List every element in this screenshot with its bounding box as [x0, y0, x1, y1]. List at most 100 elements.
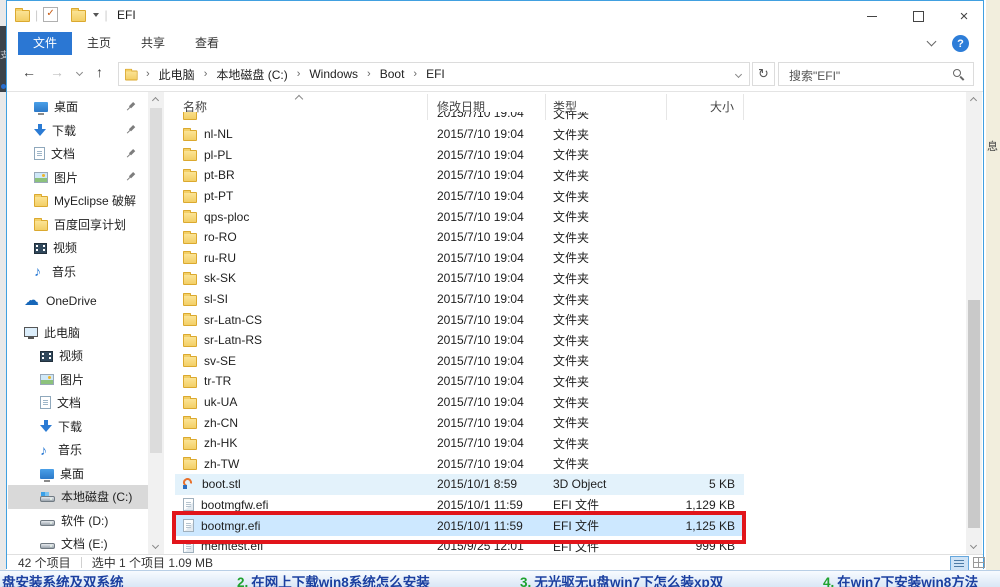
sidebar-item[interactable]: 图片	[8, 166, 148, 190]
table-row[interactable]: sr-Latn-CS2015/7/10 19:04文件夹	[175, 309, 744, 330]
file-type: 文件夹	[546, 435, 667, 452]
date-modified: 2015/7/10 19:04	[428, 354, 546, 368]
sidebar-item-label: 下载	[58, 418, 82, 435]
file-name: zh-TW	[204, 457, 239, 471]
sidebar-item-label: 图片	[54, 169, 78, 186]
pic-icon	[40, 374, 54, 385]
sidebar-item[interactable]: 视频	[8, 344, 148, 368]
table-row[interactable]: qps-ploc2015/7/10 19:04文件夹	[175, 206, 744, 227]
table-row[interactable]: zh-HK2015/7/10 19:04文件夹	[175, 433, 744, 454]
sidebar-item[interactable]: ☁OneDrive	[8, 289, 148, 313]
file-name: boot.stl	[202, 477, 241, 491]
folder-icon	[183, 315, 197, 326]
address-box[interactable]: ›此电脑›本地磁盘 (C:)›Windows›Boot›EFI	[118, 62, 750, 86]
file-type: 文件夹	[546, 455, 667, 472]
table-row[interactable]: sk-SK2015/7/10 19:04文件夹	[175, 268, 744, 289]
folder-icon[interactable]	[15, 10, 30, 22]
folder-icon	[183, 418, 197, 429]
tab-home[interactable]: 主页	[72, 32, 126, 55]
details-view-button[interactable]	[950, 556, 969, 571]
address-dropdown-icon[interactable]	[735, 70, 742, 77]
sidebar-item[interactable]: 下载	[8, 415, 148, 439]
date-modified: 2015/10/1 11:59	[428, 498, 546, 512]
sidebar-item[interactable]: 软件 (D:)	[8, 509, 148, 533]
table-row[interactable]: boot.stl2015/10/1 8:593D Object5 KB	[175, 474, 744, 495]
search-input[interactable]	[787, 64, 956, 86]
breadcrumb-separator-icon: ›	[139, 68, 157, 80]
table-row[interactable]: zh-TW2015/7/10 19:04文件夹	[175, 454, 744, 475]
table-row[interactable]: sl-SI2015/7/10 19:04文件夹	[175, 289, 744, 310]
tab-view[interactable]: 查看	[180, 32, 234, 55]
background-link[interactable]: 3.无光驱无u盘win7下怎么装xp双	[520, 573, 723, 587]
file-type: 文件夹	[546, 188, 667, 205]
sidebar-item[interactable]: 文档	[8, 142, 148, 166]
breadcrumb-item[interactable]: Windows	[307, 67, 360, 81]
breadcrumb-item[interactable]: Boot	[378, 67, 407, 81]
sidebar-item[interactable]: MyEclipse 破解	[8, 189, 148, 213]
breadcrumb-item[interactable]: EFI	[424, 67, 447, 81]
table-row[interactable]: pl-PL2015/7/10 19:04文件夹	[175, 145, 744, 166]
refresh-button[interactable]: ↻	[752, 62, 775, 86]
customize-toolbar-dropdown-icon[interactable]	[93, 13, 99, 17]
forward-button[interactable]: →	[50, 64, 64, 80]
sidebar-item[interactable]: 图片	[8, 368, 148, 392]
help-button[interactable]: ?	[952, 35, 969, 52]
table-row[interactable]: ru-RU2015/7/10 19:04文件夹	[175, 248, 744, 269]
maximize-button[interactable]	[899, 4, 937, 28]
up-button[interactable]: ↑	[96, 64, 103, 80]
sidebar-item[interactable]: ♪音乐	[8, 438, 148, 462]
properties-check-icon[interactable]: ✓	[43, 7, 58, 22]
search-icon[interactable]	[953, 69, 965, 81]
table-row[interactable]: uk-UA2015/7/10 19:04文件夹	[175, 392, 744, 413]
table-row[interactable]: pt-PT2015/7/10 19:04文件夹	[175, 186, 744, 207]
file-name: bootmgfw.efi	[201, 498, 268, 512]
sidebar-item[interactable]: 百度回享计划	[8, 213, 148, 237]
sidebar-item[interactable]: 桌面	[8, 95, 148, 119]
back-button[interactable]: ←	[22, 64, 36, 80]
background-link[interactable]: 4.在win7下安装win8方法	[823, 573, 978, 587]
sidebar-item-label: 此电脑	[44, 324, 80, 341]
sort-ascending-icon	[295, 95, 303, 103]
breadcrumb-item[interactable]: 本地磁盘 (C:)	[214, 66, 289, 83]
sidebar-item[interactable]: 桌面	[8, 462, 148, 486]
recent-locations-dropdown-icon[interactable]	[76, 69, 83, 76]
file-name: sr-Latn-RS	[204, 333, 262, 347]
file-list-scrollbar-thumb[interactable]	[968, 300, 980, 528]
maximize-icon	[913, 11, 924, 22]
new-folder-icon[interactable]	[71, 10, 86, 22]
download-icon	[40, 420, 52, 433]
background-link[interactable]: 2.在网上下载win8系统怎么安装	[237, 573, 430, 587]
sidebar-scrollbar-thumb[interactable]	[150, 108, 162, 453]
table-row[interactable]: sv-SE2015/7/10 19:04文件夹	[175, 351, 744, 372]
table-row[interactable]: zh-CN2015/7/10 19:04文件夹	[175, 412, 744, 433]
table-row[interactable]: pt-BR2015/7/10 19:04文件夹	[175, 165, 744, 186]
download-icon	[34, 124, 46, 137]
tab-file[interactable]: 文件	[18, 32, 72, 55]
sidebar-item-label: 文档	[51, 145, 75, 162]
table-row[interactable]: 2015/7/10 19:04文件夹	[175, 112, 744, 124]
partial-list-row[interactable]: 2015/7/10 19:04文件夹	[175, 112, 744, 124]
date-modified: 2015/7/10 19:04	[428, 416, 546, 430]
sidebar-item[interactable]: ♪音乐	[8, 260, 148, 284]
breadcrumb-item[interactable]: 此电脑	[157, 66, 197, 83]
table-row[interactable]: nl-NL2015/7/10 19:04文件夹	[175, 124, 744, 145]
sidebar-item[interactable]: 视频	[8, 236, 148, 260]
date-modified: 2015/7/10 19:04	[428, 210, 546, 224]
table-row[interactable]: ro-RO2015/7/10 19:04文件夹	[175, 227, 744, 248]
sidebar-item[interactable]: 文档	[8, 391, 148, 415]
close-button[interactable]: ×	[945, 4, 983, 28]
item-count: 42 个项目	[18, 554, 71, 571]
sidebar-item[interactable]: 文档 (E:)	[8, 532, 148, 554]
table-row[interactable]: sr-Latn-RS2015/7/10 19:04文件夹	[175, 330, 744, 351]
minimize-button[interactable]	[853, 4, 891, 28]
folder-icon	[183, 192, 197, 203]
sidebar-item[interactable]: 此电脑	[8, 321, 148, 345]
large-icons-view-button[interactable]	[970, 556, 987, 569]
tab-share[interactable]: 共享	[126, 32, 180, 55]
sidebar-item[interactable]: 下载	[8, 119, 148, 143]
sidebar-item[interactable]: 本地磁盘 (C:)	[8, 485, 148, 509]
table-row[interactable]: tr-TR2015/7/10 19:04文件夹	[175, 371, 744, 392]
efi-icon	[183, 498, 194, 511]
minimize-icon	[867, 16, 877, 17]
background-link[interactable]: 盘安装系统及双系统	[2, 573, 124, 587]
